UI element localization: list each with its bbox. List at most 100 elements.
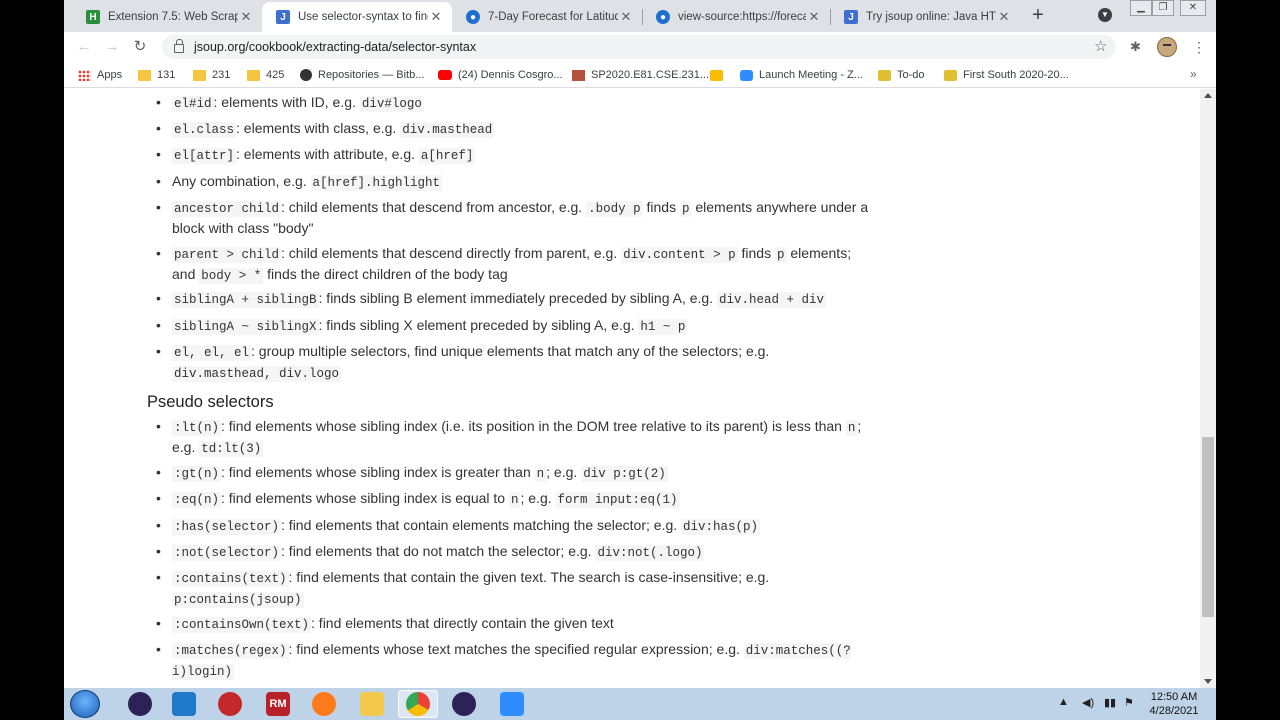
code-snippet: n (508, 492, 521, 508)
bookmark-note[interactable] (710, 67, 729, 83)
restore-button[interactable]: ❐ (1152, 0, 1174, 16)
avatar[interactable] (1157, 37, 1177, 57)
vertical-scrollbar[interactable] (1200, 89, 1216, 688)
list-item: parent > child: child elements that desc… (156, 244, 872, 286)
taskbar-firefox[interactable] (304, 690, 344, 718)
new-tab-button[interactable]: + (1026, 4, 1050, 28)
show-hidden-icons-icon[interactable]: ▲ (1058, 696, 1069, 708)
code-snippet: el.class (172, 122, 237, 138)
zoom-icon (740, 69, 753, 81)
note-icon (710, 69, 723, 81)
tab-selector-syntax[interactable]: J Use selector-syntax to find ✕ (262, 2, 452, 32)
address-bar[interactable]: jsoup.org/cookbook/extracting-data/selec… (162, 35, 1116, 59)
item-text: : find elements whose text matches the s… (288, 641, 744, 657)
tab-title: Extension 7.5: Web Scraper (108, 11, 238, 23)
extensions-icon[interactable]: ✱ (1130, 39, 1141, 55)
bookmark-sp2020[interactable]: SP2020.E81.CSE.231... (572, 67, 709, 83)
tab-extension[interactable]: H Extension 7.5: Web Scraper ✕ (72, 2, 262, 32)
item-text: finds the direct children of the body ta… (263, 266, 508, 282)
code-snippet: p (679, 201, 692, 217)
code-snippet: parent > child (172, 247, 282, 263)
list-item: el[attr]: elements with attribute, e.g. … (156, 145, 872, 166)
item-text: finds (642, 199, 680, 215)
code-snippet: :has(selector) (172, 519, 282, 535)
classroom-icon (944, 69, 957, 81)
close-icon[interactable]: ✕ (806, 9, 822, 25)
item-text: : find elements that contain the given t… (288, 569, 770, 585)
item-text: : finds sibling B element immediately pr… (318, 290, 717, 306)
code-snippet: el[attr] (172, 148, 237, 164)
taskbar-racket[interactable] (210, 690, 250, 718)
more-bookmarks-icon[interactable]: » (1190, 67, 1197, 81)
jsoup-icon: J (276, 10, 290, 24)
volume-icon[interactable]: ◀) (1082, 696, 1094, 709)
scroll-up-icon[interactable] (1204, 93, 1212, 98)
folder-icon (193, 69, 206, 81)
bookmark-first-south[interactable]: First South 2020-20... (944, 67, 1069, 83)
taskbar-chrome[interactable] (398, 690, 438, 718)
tab-title: Try jsoup online: Java HTM (866, 11, 996, 23)
list-item: el#id: elements with ID, e.g. div#logo (156, 93, 872, 114)
taskbar-vscode[interactable] (164, 690, 204, 718)
code-snippet: div#logo (359, 96, 424, 112)
bookmark-apps[interactable]: Apps (78, 67, 122, 83)
close-icon[interactable]: ✕ (618, 9, 634, 25)
taskbar-explorer[interactable] (352, 690, 392, 718)
windows-start-icon[interactable] (70, 690, 100, 718)
folder-icon (247, 69, 260, 81)
firefox-icon (312, 692, 336, 716)
clock-date: 4/28/2021 (1149, 705, 1199, 717)
page-content: el#id: elements with ID, e.g. div#logo e… (64, 89, 1200, 688)
scroll-down-icon[interactable] (1204, 679, 1212, 684)
code-snippet: div:not(.logo) (595, 545, 705, 561)
tab-search-icon[interactable]: ▼ (1098, 8, 1112, 22)
minimize-button[interactable]: ▁ (1130, 0, 1152, 16)
close-icon[interactable]: ✕ (428, 9, 444, 25)
reload-icon[interactable]: ↻ (130, 37, 150, 57)
browser-window: H Extension 7.5: Web Scraper ✕ J Use sel… (64, 0, 1216, 688)
code-snippet: :lt(n) (172, 420, 222, 436)
close-icon[interactable]: ✕ (238, 9, 254, 25)
code-snippet: div p:gt(2) (581, 466, 668, 482)
network-icon[interactable]: ▮▮ (1104, 696, 1116, 709)
bookmark-zoom[interactable]: Launch Meeting - Z... (740, 67, 863, 83)
action-center-icon[interactable]: ⚑ (1124, 696, 1134, 709)
bookmark-231[interactable]: 231 (193, 67, 230, 83)
tab-try-jsoup[interactable]: J Try jsoup online: Java HTM ✕ (830, 2, 1020, 32)
bookmark-star-icon[interactable]: ☆ (1094, 38, 1107, 56)
taskbar-eclipse[interactable] (120, 690, 160, 718)
list-item: :has(selector): find elements that conta… (156, 516, 872, 537)
tab-title: 7-Day Forecast for Latitude (488, 11, 618, 23)
item-text: : find elements that contain elements ma… (281, 517, 682, 533)
system-clock[interactable]: 12:50 AM 4/28/2021 (1138, 690, 1210, 718)
jsoup-icon: J (844, 10, 858, 24)
menu-icon[interactable]: ⋮ (1192, 38, 1206, 56)
code-snippet: div:has(p) (681, 519, 761, 535)
tab-view-source[interactable]: ● view-source:https://foreca ✕ (642, 2, 830, 32)
pseudo-selectors-heading: Pseudo selectors (147, 393, 274, 411)
bookmark-425[interactable]: 425 (247, 67, 284, 83)
scroll-thumb[interactable] (1202, 437, 1214, 617)
taskbar-zoom[interactable] (492, 690, 532, 718)
bookmark-todo[interactable]: To-do (878, 67, 925, 83)
forward-icon[interactable]: → (102, 37, 122, 57)
bookmark-youtube[interactable]: (24) Dennis Cosgro... (438, 67, 563, 83)
url-text[interactable]: jsoup.org/cookbook/extracting-data/selec… (194, 40, 476, 54)
right-letterbox (1216, 0, 1280, 720)
taskbar-rm[interactable]: RM (258, 690, 298, 718)
code-snippet: siblingA ~ siblingX (172, 319, 319, 335)
list-item: siblingA ~ siblingX: finds sibling X ele… (156, 316, 872, 337)
taskbar-eclipse-2[interactable] (444, 690, 484, 718)
close-icon[interactable]: ✕ (996, 9, 1012, 25)
list-item: :contains(text): find elements that cont… (156, 568, 872, 610)
item-text: : group multiple selectors, find unique … (251, 343, 770, 359)
list-item: el, el, el: group multiple selectors, fi… (156, 342, 872, 384)
bookmark-repositories[interactable]: Repositories — Bitb... (300, 67, 424, 83)
item-text: : elements with class, e.g. (236, 120, 401, 136)
tab-forecast[interactable]: ● 7-Day Forecast for Latitude ✕ (452, 2, 642, 32)
item-text: : elements with attribute, e.g. (236, 146, 419, 162)
bookmark-131[interactable]: 131 (138, 67, 175, 83)
back-icon[interactable]: ← (74, 37, 94, 57)
close-window-button[interactable]: ✕ (1180, 0, 1206, 16)
explorer-icon (360, 692, 384, 716)
